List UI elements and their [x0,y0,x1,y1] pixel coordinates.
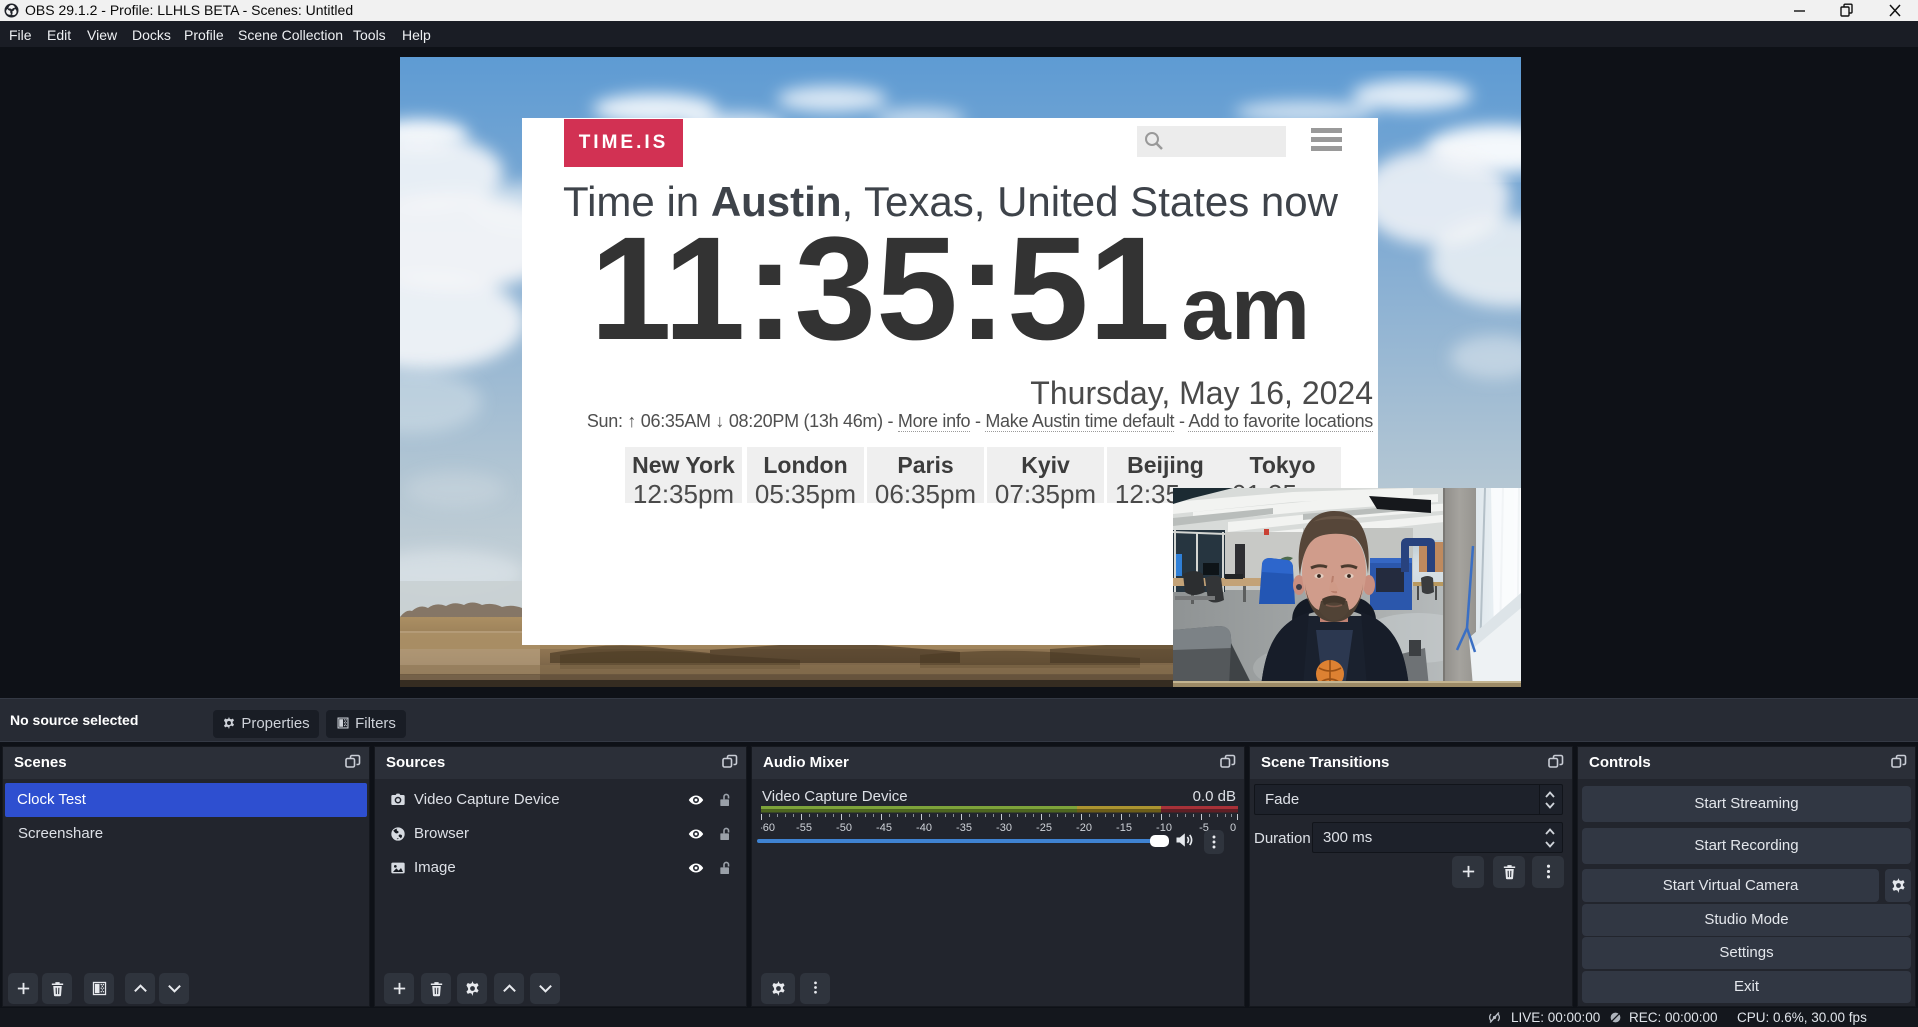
svg-text:-30: -30 [996,822,1012,832]
svg-text:-10: -10 [1156,822,1172,832]
svg-text:-60: -60 [761,822,775,832]
svg-text:0: 0 [1230,822,1236,832]
svg-text:-20: -20 [1076,822,1092,832]
svg-text:-35: -35 [956,822,972,832]
svg-text:-55: -55 [796,822,812,832]
svg-text:-25: -25 [1036,822,1052,832]
svg-text:-40: -40 [916,822,932,832]
svg-text:-50: -50 [836,822,852,832]
svg-text:-45: -45 [876,822,892,832]
svg-text:-15: -15 [1116,822,1132,832]
